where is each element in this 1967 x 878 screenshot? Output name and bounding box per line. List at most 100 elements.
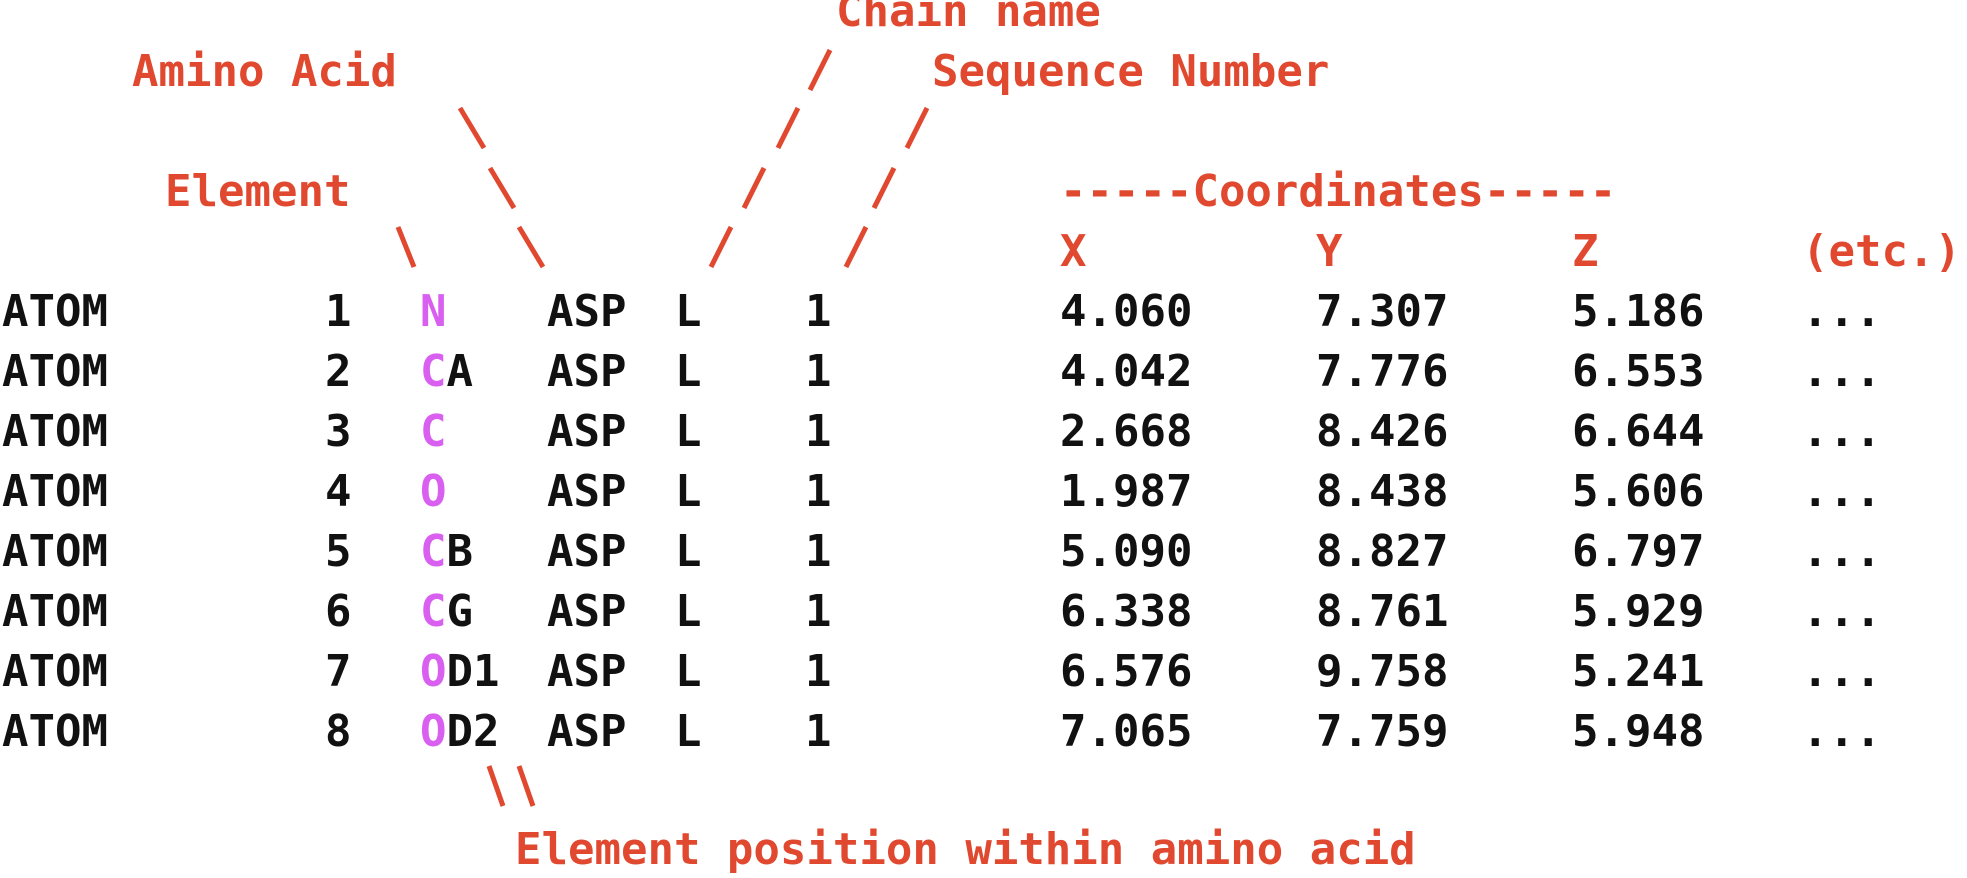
z-coordinate: 5.241	[1572, 646, 1705, 697]
sequence-number-leader-lower	[843, 225, 869, 269]
z-coordinate: 5.929	[1572, 586, 1705, 637]
serial-number: 2	[325, 346, 352, 397]
ellipsis: ...	[1802, 706, 1882, 757]
chain-name-leader-mid	[741, 166, 767, 210]
atom-name: CG	[420, 590, 473, 634]
element-letter: C	[420, 406, 447, 457]
x-coordinate: 4.042	[1060, 346, 1193, 397]
atom-name: C	[420, 410, 447, 454]
atom-name: N	[420, 290, 447, 334]
z-coordinate: 6.553	[1572, 346, 1705, 397]
atom-name: OD2	[420, 710, 499, 754]
element-position: D2	[446, 706, 500, 757]
atom-name: O	[420, 470, 447, 514]
residue-name: ASP	[547, 586, 627, 637]
chain-name-leader-top	[807, 48, 833, 92]
record-name: ATOM	[2, 286, 108, 337]
element-letter: N	[420, 286, 447, 337]
residue-name: ASP	[547, 346, 627, 397]
record-name: ATOM	[2, 466, 108, 517]
serial-number: 4	[325, 466, 352, 517]
ellipsis: ...	[1802, 286, 1882, 337]
element-position: D1	[446, 646, 500, 697]
sequence-number: 1	[805, 526, 832, 577]
element-letter: C	[420, 586, 447, 637]
sequence-number: 1	[805, 646, 832, 697]
chain-id: L	[675, 646, 702, 697]
record-name: ATOM	[2, 346, 108, 397]
sequence-number-leader-upper	[904, 106, 930, 150]
x-coordinate: 4.060	[1060, 286, 1193, 337]
element-letter: O	[420, 466, 447, 517]
serial-number: 1	[325, 286, 352, 337]
x-coordinate: 6.338	[1060, 586, 1193, 637]
etc-label: (etc.)	[1802, 226, 1961, 277]
z-label: Z	[1572, 226, 1599, 277]
record-name: ATOM	[2, 526, 108, 577]
z-coordinate: 5.186	[1572, 286, 1705, 337]
z-coordinate: 5.606	[1572, 466, 1705, 517]
x-coordinate: 2.668	[1060, 406, 1193, 457]
element-label: Element	[165, 166, 351, 217]
amino-acid-leader-mid	[487, 166, 517, 210]
sequence-number: 1	[805, 586, 832, 637]
serial-number: 7	[325, 646, 352, 697]
z-coordinate: 6.644	[1572, 406, 1705, 457]
record-name: ATOM	[2, 646, 108, 697]
atom-name: OD1	[420, 650, 499, 694]
ellipsis: ...	[1802, 526, 1882, 577]
x-coordinate: 6.576	[1060, 646, 1193, 697]
ellipsis: ...	[1802, 346, 1882, 397]
chain-id: L	[675, 286, 702, 337]
y-coordinate: 7.759	[1316, 706, 1449, 757]
x-coordinate: 5.090	[1060, 526, 1193, 577]
y-coordinate: 7.307	[1316, 286, 1449, 337]
element-letter: O	[420, 706, 447, 757]
sequence-number: 1	[805, 406, 832, 457]
amino-acid-label: Amino Acid	[132, 46, 397, 97]
y-coordinate: 8.426	[1316, 406, 1449, 457]
element-letter: O	[420, 646, 447, 697]
ellipsis: ...	[1802, 466, 1882, 517]
record-name: ATOM	[2, 586, 108, 637]
coordinates-label: -----Coordinates-----	[1060, 166, 1617, 217]
y-coordinate: 8.438	[1316, 466, 1449, 517]
residue-name: ASP	[547, 286, 627, 337]
chain-id: L	[675, 526, 702, 577]
element-letter: C	[420, 526, 447, 577]
sequence-number-leader-mid	[871, 166, 897, 210]
residue-name: ASP	[547, 526, 627, 577]
chain-id: L	[675, 586, 702, 637]
x-coordinate: 7.065	[1060, 706, 1193, 757]
element-position-leader-b	[516, 765, 536, 807]
residue-name: ASP	[547, 706, 627, 757]
ellipsis: ...	[1802, 646, 1882, 697]
element-letter: C	[420, 346, 447, 397]
serial-number: 5	[325, 526, 352, 577]
residue-name: ASP	[547, 466, 627, 517]
chain-id: L	[675, 406, 702, 457]
chain-name-label: Chain name	[836, 0, 1101, 37]
element-position: G	[446, 586, 474, 637]
z-coordinate: 6.797	[1572, 526, 1705, 577]
y-coordinate: 7.776	[1316, 346, 1449, 397]
element-position-leader-a	[486, 765, 506, 807]
sequence-number-label: Sequence Number	[932, 46, 1330, 97]
x-label: X	[1060, 226, 1087, 277]
sequence-number: 1	[805, 706, 832, 757]
serial-number: 3	[325, 406, 352, 457]
y-coordinate: 8.827	[1316, 526, 1449, 577]
element-position-label: Element position within amino acid	[515, 824, 1416, 875]
element-leader	[395, 226, 417, 268]
chain-name-leader-lower	[708, 225, 734, 269]
chain-id: L	[675, 466, 702, 517]
x-coordinate: 1.987	[1060, 466, 1193, 517]
amino-acid-leader-upper	[457, 106, 487, 150]
ellipsis: ...	[1802, 406, 1882, 457]
y-coordinate: 9.758	[1316, 646, 1449, 697]
residue-name: ASP	[547, 406, 627, 457]
atom-name: CA	[420, 350, 473, 394]
y-coordinate: 8.761	[1316, 586, 1449, 637]
chain-name-leader-upper	[775, 106, 801, 150]
record-name: ATOM	[2, 706, 108, 757]
